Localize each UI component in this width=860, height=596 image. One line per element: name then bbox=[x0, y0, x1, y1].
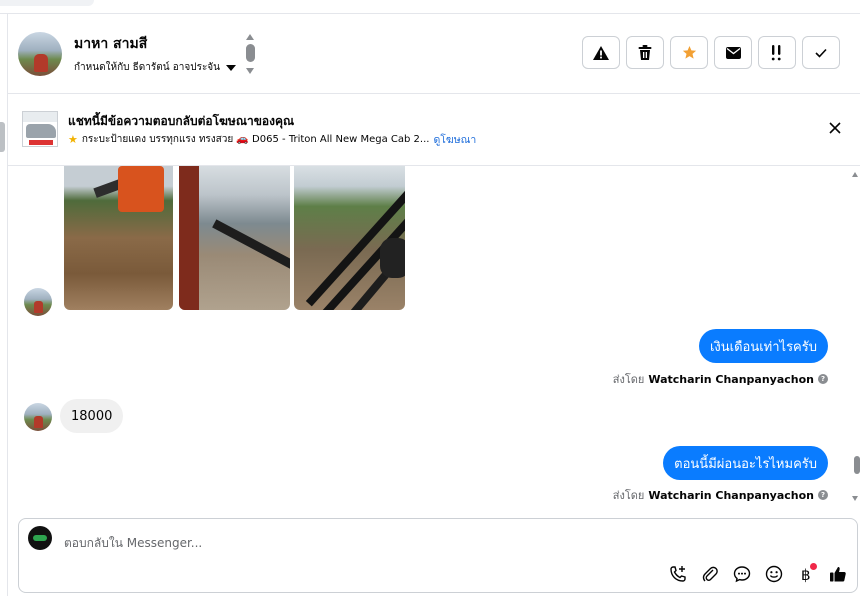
nav-pill bbox=[246, 44, 255, 62]
emoji-button[interactable] bbox=[763, 563, 785, 585]
photo-attachment[interactable] bbox=[294, 166, 405, 310]
page-avatar bbox=[28, 526, 52, 550]
contact-avatar[interactable] bbox=[24, 288, 52, 316]
close-icon[interactable] bbox=[828, 121, 842, 135]
info-icon[interactable]: ? bbox=[818, 490, 828, 500]
saved-reply-icon bbox=[733, 566, 751, 583]
emoji-icon bbox=[765, 565, 783, 583]
trash-icon bbox=[638, 45, 652, 60]
ad-banner-title: แชทนี้มีข้อความตอบกลับต่อโฆษณาของคุณ bbox=[68, 114, 295, 128]
scroll-down-arrow[interactable] bbox=[852, 496, 858, 501]
left-pane-edge bbox=[0, 14, 8, 596]
like-button[interactable] bbox=[827, 563, 849, 585]
warning-icon bbox=[593, 45, 609, 60]
follow-up-icon bbox=[771, 44, 781, 60]
thumbs-up-icon bbox=[830, 567, 846, 582]
check-icon bbox=[815, 48, 827, 58]
attachment-icon bbox=[702, 566, 718, 582]
ad-detail: กระบะป้ายแดง บรรทุกแรง ทรงสวย 🚗 D065 - T… bbox=[81, 134, 430, 145]
star-icon bbox=[682, 45, 696, 59]
ad-thumbnail[interactable] bbox=[22, 111, 58, 147]
add-call-icon bbox=[670, 566, 686, 582]
notification-dot bbox=[810, 563, 817, 570]
star-button[interactable] bbox=[670, 36, 708, 69]
photo-attachment[interactable] bbox=[64, 166, 173, 310]
scroll-up-arrow[interactable] bbox=[852, 172, 858, 177]
sender-name: Watcharin Chanpanyachon bbox=[648, 372, 814, 386]
view-ad-link[interactable]: ดูโฆษณา bbox=[433, 131, 476, 148]
header-actions bbox=[582, 36, 840, 69]
sender-name: Watcharin Chanpanyachon bbox=[648, 488, 814, 502]
mark-done-button[interactable] bbox=[802, 36, 840, 69]
assigned-label: กำหนดให้กับ ธีดารัตน์ อาจประจัน bbox=[74, 62, 221, 73]
chevron-down-icon[interactable] bbox=[246, 68, 254, 74]
ad-reply-banner: แชทนี้มีข้อความตอบกลับต่อโฆษณาของคุณ ★ ก… bbox=[8, 94, 860, 166]
reply-input[interactable]: ตอบกลับใน Messenger... bbox=[64, 534, 202, 553]
follow-up-button[interactable] bbox=[758, 36, 796, 69]
contact-name[interactable]: มาหา สามสี bbox=[74, 33, 147, 55]
contact-avatar[interactable] bbox=[24, 403, 52, 431]
chevron-down-icon bbox=[226, 64, 237, 71]
inbox-conversation-panel: มาหา สามสี กำหนดให้กับ ธีดารัตน์ อาจประจ… bbox=[0, 0, 860, 596]
sent-by-prefix: ส่งโดย bbox=[612, 373, 645, 386]
saved-reply-button[interactable] bbox=[731, 563, 753, 585]
delete-button[interactable] bbox=[626, 36, 664, 69]
info-icon[interactable]: ? bbox=[818, 374, 828, 384]
incoming-message[interactable]: 18000 bbox=[60, 399, 124, 433]
message-thread[interactable]: เงินเดือนเท่าไรครับ ส่งโดย Watcharin Cha… bbox=[8, 166, 860, 518]
reply-composer[interactable]: ตอบกลับใน Messenger... ฿ bbox=[18, 518, 858, 593]
payment-button[interactable]: ฿ bbox=[795, 563, 817, 585]
scrollbar-thumb[interactable] bbox=[854, 456, 860, 474]
star-icon: ★ bbox=[68, 133, 78, 146]
tab-stub[interactable] bbox=[0, 0, 94, 6]
chevron-up-icon[interactable] bbox=[246, 34, 254, 40]
contact-avatar[interactable] bbox=[18, 32, 62, 76]
top-strip bbox=[0, 0, 860, 14]
sent-by-label: ส่งโดย Watcharin Chanpanyachon ? bbox=[613, 486, 828, 504]
mark-spam-button[interactable] bbox=[582, 36, 620, 69]
photo-attachment[interactable] bbox=[179, 166, 290, 310]
sent-by-prefix: ส่งโดย bbox=[612, 489, 645, 502]
mark-unread-button[interactable] bbox=[714, 36, 752, 69]
attach-button[interactable] bbox=[699, 563, 721, 585]
add-call-button[interactable] bbox=[667, 563, 689, 585]
outgoing-message[interactable]: เงินเดือนเท่าไรครับ bbox=[698, 329, 828, 363]
resize-handle[interactable] bbox=[0, 122, 5, 152]
svg-text:฿: ฿ bbox=[801, 566, 811, 583]
ad-banner-detail-row: ★ กระบะป้ายแดง บรรทุกแรง ทรงสวย 🚗 D065 -… bbox=[68, 131, 476, 148]
assign-dropdown[interactable]: กำหนดให้กับ ธีดารัตน์ อาจประจัน bbox=[74, 60, 237, 75]
composer-toolbar: ฿ bbox=[667, 563, 849, 585]
outgoing-message[interactable]: ตอนนี้มีผ่อนอะไรไหมครับ bbox=[663, 446, 828, 480]
conversation-nav[interactable] bbox=[244, 34, 256, 76]
envelope-icon bbox=[725, 46, 741, 59]
conversation-header: มาหา สามสี กำหนดให้กับ ธีดารัตน์ อาจประจ… bbox=[8, 14, 860, 94]
sent-by-label: ส่งโดย Watcharin Chanpanyachon ? bbox=[613, 370, 828, 388]
